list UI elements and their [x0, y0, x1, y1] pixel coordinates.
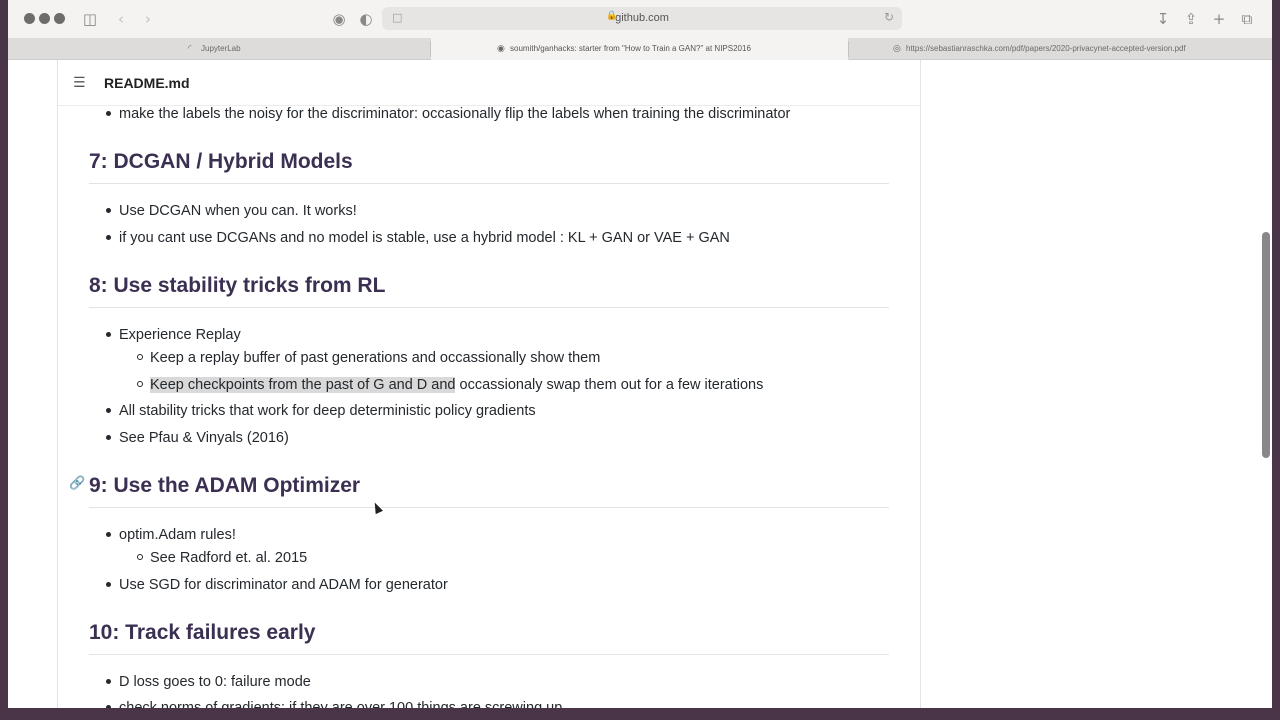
tab-strip: ◜ JupyterLab ◉ soumith/ganhacks: starter f… [8, 38, 1272, 60]
jupyter-icon: ◜ [188, 44, 192, 54]
tab-jupyterlab[interactable]: ◜ JupyterLab [8, 38, 430, 60]
heading-rule [89, 307, 889, 308]
sub-bullet [137, 354, 143, 360]
list-item: Experience Replay [119, 327, 241, 343]
privacy-report-icon[interactable]: ◉ [329, 9, 349, 29]
bullet [106, 679, 111, 684]
section-heading: 10: Track failures early [89, 621, 316, 644]
browser-toolbar: ◫ ‹ › ◉ ◐ □ 🔒 github.com ↻ ↧ ⇪ + ⧉ [8, 0, 1272, 38]
heading-rule [89, 507, 889, 508]
share-icon[interactable]: ⇪ [1181, 9, 1201, 29]
list-item: check norms of gradients: if they are ov… [119, 700, 563, 708]
zoom-window-button[interactable] [54, 13, 65, 24]
list-item: All stability tricks that work for deep … [119, 403, 536, 419]
sub-list-item: Keep checkpoints from the past of G and … [150, 376, 763, 394]
section-heading: 9: Use the ADAM Optimizer [89, 474, 361, 497]
browser-window: ◫ ‹ › ◉ ◐ □ 🔒 github.com ↻ ↧ ⇪ + ⧉ ◜ Jupy… [8, 0, 1272, 708]
bullet [106, 111, 111, 116]
list-item: Use SGD for discriminator and ADAM for g… [119, 577, 448, 593]
list-icon[interactable]: ☰ [73, 75, 86, 91]
page-content: ☰ README.md make the labels the noisy fo… [8, 60, 1272, 708]
tabs-icon[interactable]: ⧉ [1237, 9, 1257, 29]
download-icon[interactable]: ↧ [1153, 9, 1173, 29]
bullet [106, 532, 111, 537]
scrollbar-thumb[interactable] [1262, 232, 1270, 458]
bullet [106, 582, 111, 587]
list-item: optim.Adam rules! [119, 527, 236, 543]
sub-list-item: Keep a replay buffer of past generations… [150, 350, 601, 366]
shield-icon[interactable]: ◐ [356, 9, 376, 29]
sub-bullet [137, 554, 143, 560]
list-item: D loss goes to 0: failure mode [119, 674, 311, 690]
globe-icon: ◎ [893, 44, 901, 54]
list-item: Use DCGAN when you can. It works! [119, 203, 357, 219]
bullet [106, 408, 111, 413]
sidebar-icon[interactable]: ◫ [80, 9, 100, 29]
list-item: if you cant use DCGANs and no model is s… [119, 230, 730, 246]
heading-rule [89, 183, 889, 184]
link-icon[interactable]: 🔗 [69, 476, 85, 491]
bullet [106, 705, 111, 708]
text-selection: Keep checkpoints from the past of G and … [150, 377, 456, 393]
chevron-left-icon[interactable]: ‹ [111, 9, 131, 29]
address-bar[interactable]: □ 🔒 github.com ↻ [382, 7, 902, 30]
bullet [106, 235, 111, 240]
address-text: github.com [615, 12, 669, 24]
reload-icon[interactable]: ↻ [884, 10, 894, 24]
tab-ganhacks[interactable]: ◉ soumith/ganhacks: starter from "How to … [431, 38, 848, 60]
tab-pdf[interactable]: ◎ https://sebastianraschka.com/pdf/papers… [849, 38, 1272, 60]
section-heading: 7: DCGAN / Hybrid Models [89, 150, 353, 173]
tab-label: soumith/ganhacks: starter from "How to T… [510, 44, 751, 53]
section-heading: 8: Use stability tricks from RL [89, 274, 386, 297]
sub-bullet [137, 381, 143, 387]
chevron-right-icon[interactable]: › [138, 9, 158, 29]
bullet [106, 208, 111, 213]
tab-label: JupyterLab [201, 44, 241, 53]
list-item: See Pfau & Vinyals (2016) [119, 430, 289, 446]
heading-rule [89, 654, 889, 655]
readme-header: ☰ README.md [58, 60, 920, 106]
text-rest: occassionaly swap them out for a few ite… [455, 377, 764, 393]
tab-label: https://sebastianraschka.com/pdf/papers/… [906, 44, 1186, 53]
bullet [106, 332, 111, 337]
sub-list-item: See Radford et. al. 2015 [150, 550, 308, 566]
readme-title: README.md [104, 75, 190, 91]
minimize-window-button[interactable] [39, 13, 50, 24]
list-item: make the labels the noisy for the discri… [119, 106, 791, 122]
plus-icon[interactable]: + [1209, 9, 1229, 29]
bullet [106, 435, 111, 440]
github-icon: ◉ [497, 44, 505, 54]
close-window-button[interactable] [24, 13, 35, 24]
